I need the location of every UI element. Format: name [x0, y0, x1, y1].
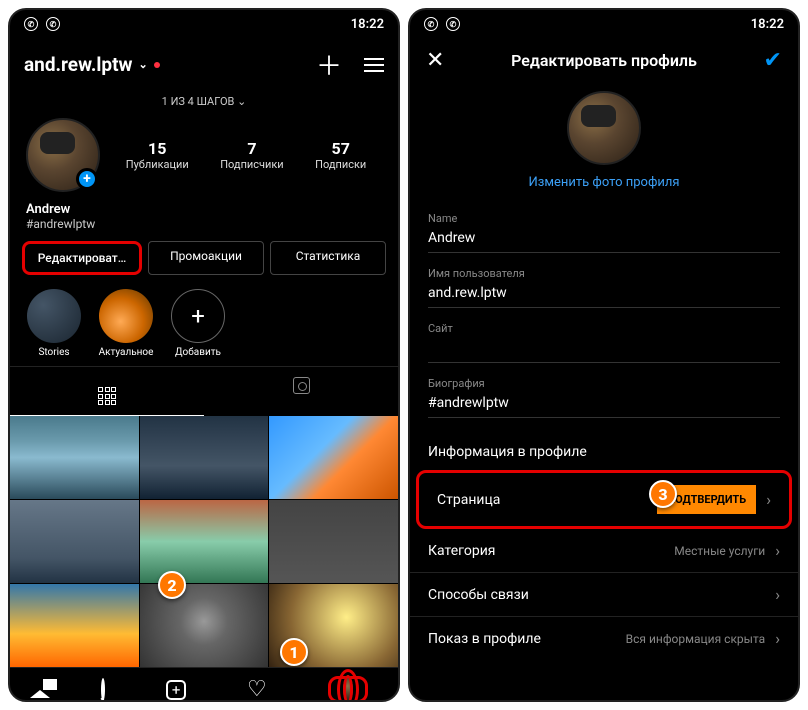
display-name: Andrew	[26, 202, 382, 217]
annotation-marker-1: 1	[280, 638, 308, 666]
profile-avatar[interactable]: +	[26, 118, 100, 192]
viber-icon: ✆	[446, 17, 460, 31]
highlight-add[interactable]: +Добавить	[168, 289, 228, 358]
edit-profile-button[interactable]: Редактироват…	[22, 241, 142, 275]
promotions-button[interactable]: Промоакции	[148, 241, 264, 275]
username: and.rew.lptw	[24, 53, 132, 76]
bio-text: #andrewlptw	[26, 217, 382, 231]
grid-tab[interactable]	[10, 367, 204, 416]
post-thumb[interactable]	[10, 584, 139, 667]
post-grid	[10, 416, 398, 667]
bottom-nav: + ♡	[10, 667, 398, 702]
post-thumb[interactable]	[269, 416, 398, 499]
site-field[interactable]	[428, 335, 780, 363]
viber-icon: ✆	[24, 17, 38, 31]
insights-button[interactable]: Статистика	[270, 241, 386, 275]
category-row[interactable]: Категория Местные услуги›	[410, 529, 798, 573]
viber-icon: ✆	[46, 17, 60, 31]
highlight-actual[interactable]: Актуальное	[96, 289, 156, 358]
bio-label: Биография	[428, 377, 780, 390]
site-label: Сайт	[428, 322, 780, 335]
edit-profile-screen: ✆ ✆ 18:22 ✕ Редактировать профиль ✔ Измен…	[408, 8, 800, 702]
annotation-marker-3: 3	[649, 480, 677, 508]
chevron-right-icon: ›	[775, 629, 780, 648]
close-icon[interactable]: ✕	[426, 48, 444, 73]
grid-icon	[98, 387, 116, 405]
following-stat[interactable]: 57Подписки	[315, 139, 366, 171]
annotation-marker-2: 2	[158, 571, 186, 599]
tagged-tab[interactable]	[204, 367, 398, 416]
display-row[interactable]: Показ в профиле Вся информация скрыта›	[410, 617, 798, 660]
viber-icon: ✆	[424, 17, 438, 31]
plus-square-icon: +	[166, 680, 186, 700]
chevron-right-icon: ›	[775, 585, 780, 604]
post-thumb[interactable]	[140, 584, 269, 667]
confirm-icon[interactable]: ✔	[764, 48, 782, 73]
name-field[interactable]: Andrew	[428, 225, 780, 253]
notification-dot	[154, 62, 160, 68]
clock: 18:22	[751, 17, 784, 32]
change-photo-link[interactable]: Изменить фото профиля	[410, 175, 798, 190]
create-tab[interactable]: +	[166, 680, 186, 700]
page-title: Редактировать профиль	[511, 51, 697, 70]
post-thumb[interactable]	[140, 416, 269, 499]
section-header: Информация в профиле	[410, 428, 798, 470]
username-switcher[interactable]: and.rew.lptw ⌄	[24, 53, 160, 76]
search-tab[interactable]	[101, 680, 105, 699]
chevron-down-icon: ⌄	[138, 58, 147, 71]
status-bar: ✆ ✆ 18:22	[410, 10, 798, 38]
post-thumb[interactable]	[140, 500, 269, 583]
followers-stat[interactable]: 7Подписчики	[220, 139, 283, 171]
create-icon[interactable]: ＋	[316, 46, 342, 83]
menu-icon[interactable]	[364, 58, 384, 72]
add-story-badge[interactable]: +	[76, 168, 98, 190]
bio-field[interactable]: #andrewlptw	[428, 390, 780, 418]
post-thumb[interactable]	[269, 500, 398, 583]
chevron-right-icon: ›	[766, 490, 771, 509]
username-field[interactable]: and.rew.lptw	[428, 280, 780, 308]
posts-stat[interactable]: 15Публикации	[126, 139, 189, 171]
page-row[interactable]: Страница ПОДТВЕРДИТЬ›	[419, 473, 789, 526]
tagged-icon	[293, 377, 310, 394]
profile-avatar[interactable]	[567, 91, 641, 165]
name-label: Name	[428, 212, 780, 225]
profile-tab[interactable]	[328, 676, 368, 702]
highlight-stories[interactable]: Stories	[24, 289, 84, 358]
profile-screen: ✆ ✆ 18:22 and.rew.lptw ⌄ ＋ 1 ИЗ 4 ШАГОВ ⌄…	[8, 8, 400, 702]
profile-header: and.rew.lptw ⌄ ＋	[10, 38, 398, 91]
contact-row[interactable]: Способы связи ›	[410, 573, 798, 617]
post-thumb[interactable]	[10, 416, 139, 499]
status-bar: ✆ ✆ 18:22	[10, 10, 398, 38]
steps-indicator[interactable]: 1 ИЗ 4 ШАГОВ ⌄	[10, 95, 398, 108]
post-thumb[interactable]	[10, 500, 139, 583]
activity-tab[interactable]: ♡	[247, 677, 267, 702]
username-label: Имя пользователя	[428, 267, 780, 280]
search-icon	[101, 678, 105, 701]
avatar-icon	[343, 675, 353, 702]
clock: 18:22	[351, 17, 384, 32]
chevron-right-icon: ›	[775, 541, 780, 560]
